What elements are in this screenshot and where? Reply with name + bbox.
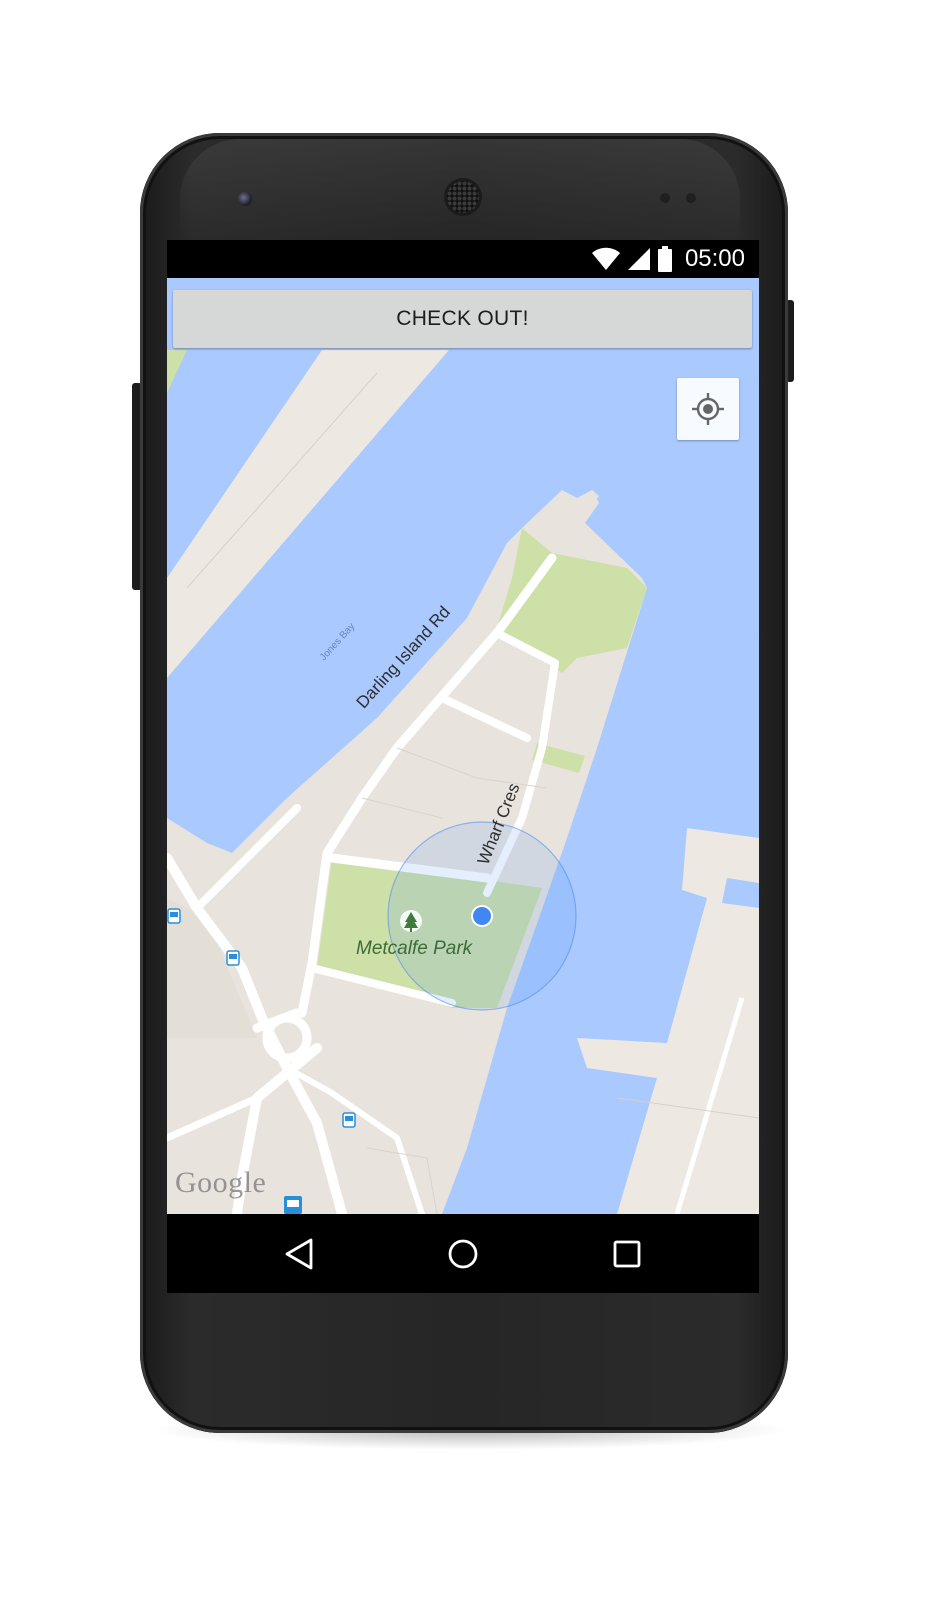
tram-stop-icon[interactable] (284, 1196, 302, 1214)
home-icon (448, 1239, 478, 1269)
device-frame: 05:00 Darling Island Rd Wharf Cres Jones… (0, 0, 946, 1600)
my-location-button[interactable] (677, 378, 739, 440)
navigation-bar (167, 1214, 759, 1293)
google-attribution: Google (175, 1166, 267, 1199)
back-icon (285, 1238, 313, 1270)
screen: 05:00 Darling Island Rd Wharf Cres Jones… (167, 240, 759, 1293)
wifi-icon (591, 247, 620, 270)
earpiece-speaker (447, 181, 479, 213)
my-location-dot[interactable] (473, 907, 491, 925)
status-time: 05:00 (684, 245, 745, 272)
back-button[interactable] (277, 1232, 321, 1276)
recents-icon (613, 1240, 641, 1268)
status-bar: 05:00 (167, 240, 759, 278)
signal-icon (627, 248, 650, 270)
front-camera (238, 192, 252, 206)
bus-stop-icon[interactable] (167, 908, 181, 924)
map-view[interactable]: Darling Island Rd Wharf Cres Jones Bay M… (167, 278, 759, 1214)
my-location-icon (692, 393, 724, 425)
bus-stop-icon[interactable] (226, 950, 240, 966)
check-out-button[interactable]: CHECK OUT! (173, 290, 752, 348)
tree-icon[interactable] (400, 910, 422, 932)
light-sensor (686, 193, 696, 203)
bus-stop-icon[interactable] (342, 1112, 356, 1128)
park-label-metcalfe: Metcalfe Park (356, 938, 473, 959)
map-canvas[interactable] (167, 278, 759, 1214)
recents-button[interactable] (605, 1232, 649, 1276)
battery-icon (657, 246, 672, 272)
home-button[interactable] (441, 1232, 485, 1276)
proximity-sensor (660, 193, 670, 203)
